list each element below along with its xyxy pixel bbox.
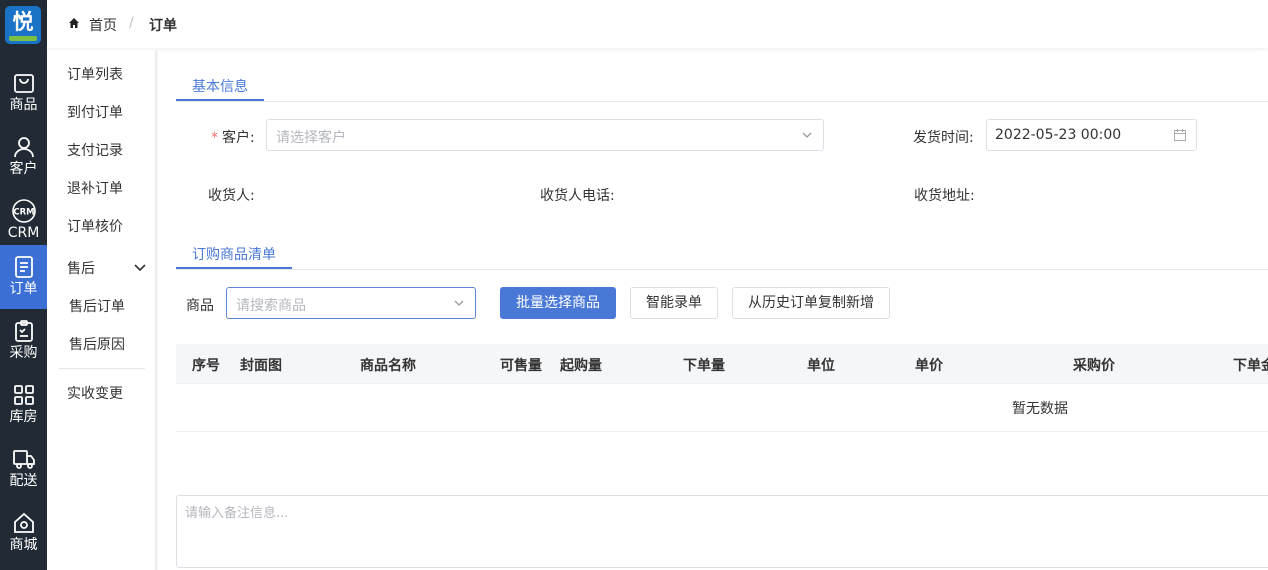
column-header: 序号 — [192, 358, 220, 374]
copy-history-order-button[interactable]: 从历史订单复制新增 — [732, 287, 890, 319]
logo-bar — [9, 36, 37, 41]
crm-icon-text: CRM — [13, 208, 34, 218]
shopping-bag-icon — [13, 74, 34, 93]
crm-icon: CRM — [11, 199, 36, 223]
grid-icon — [13, 385, 34, 405]
rail-item-crm[interactable]: CRM CRM — [0, 189, 47, 253]
store-icon — [13, 512, 34, 533]
customer-label: * 客户: — [211, 127, 255, 147]
subnav-divider — [59, 368, 145, 369]
logo-text: 悦 — [12, 10, 34, 34]
rail-label-customer: 客户 — [9, 161, 38, 177]
subnav-item-refund-order[interactable]: 退补订单 — [67, 178, 123, 198]
goods-search-placeholder: 请搜索商品 — [236, 298, 306, 314]
subnav-item-received-change[interactable]: 实收变更 — [67, 383, 123, 403]
required-mark: * — [211, 130, 218, 146]
breadcrumb-home[interactable]: 首页 — [89, 15, 117, 35]
rail-item-purchase[interactable]: 采购 — [0, 309, 47, 373]
subnav-group-after-sales[interactable]: 售后 — [67, 258, 147, 278]
goods-table-body: 暂无数据 — [176, 384, 1268, 432]
chevron-down-icon — [454, 300, 464, 306]
customer-select[interactable]: 请选择客户 — [266, 119, 824, 151]
column-header: 商品名称 — [360, 358, 416, 374]
rail-label-purchase: 采购 — [9, 345, 38, 361]
rail-item-warehouse[interactable]: 库房 — [0, 373, 47, 437]
order-subnav: 订单列表 到付订单 支付记录 退补订单 订单核价 售后 售后订单 售后原因 实收… — [47, 50, 157, 570]
rail-label-mall: 商城 — [9, 537, 38, 553]
tab-order-goods[interactable]: 订购商品清单 — [176, 244, 292, 264]
smart-entry-button[interactable]: 智能录单 — [630, 287, 718, 319]
tab-basic-info[interactable]: 基本信息 — [176, 76, 264, 96]
customer-placeholder: 请选择客户 — [276, 130, 346, 146]
column-header: 封面图 — [240, 358, 282, 374]
rail-label-crm: CRM — [7, 225, 40, 241]
ship-time-value: 2022-05-23 00:00 — [995, 127, 1122, 143]
clipboard-icon — [14, 320, 33, 342]
app-logo[interactable]: 悦 — [5, 6, 41, 44]
column-header: 单价 — [915, 358, 943, 374]
column-header: 下单金 — [1233, 358, 1268, 374]
rail-item-delivery[interactable]: 配送 — [0, 437, 47, 501]
chevron-down-icon — [134, 264, 146, 272]
rail-label-warehouse: 库房 — [9, 409, 38, 425]
breadcrumb-current: 订单 — [149, 18, 177, 34]
user-icon — [13, 137, 34, 158]
column-header: 可售量 — [500, 358, 542, 374]
subnav-item-after-sales-reason[interactable]: 售后原因 — [69, 334, 125, 354]
document-icon — [14, 256, 33, 278]
truck-icon — [12, 450, 35, 469]
subnav-item-order-list[interactable]: 订单列表 — [67, 64, 123, 84]
rail-item-goods[interactable]: 商品 — [0, 61, 47, 125]
subnav-group-label: 售后 — [67, 261, 95, 277]
rail-item-customer[interactable]: 客户 — [0, 125, 47, 189]
rail-item-mall[interactable]: 商城 — [0, 501, 47, 565]
home-icon[interactable] — [68, 17, 80, 29]
calendar-icon — [1174, 129, 1186, 141]
top-header: 首页 / 订单 — [47, 0, 1268, 48]
rail-label-goods: 商品 — [9, 97, 38, 113]
batch-select-goods-button[interactable]: 批量选择商品 — [500, 287, 616, 319]
column-header: 采购价 — [1073, 358, 1115, 374]
tab-divider-basic — [176, 101, 1268, 102]
rail-label-order: 订单 — [9, 281, 38, 297]
goods-search-label: 商品 — [186, 298, 214, 314]
receiver-phone-label: 收货人电话: — [540, 188, 615, 204]
subnav-item-after-sales-order[interactable]: 售后订单 — [69, 296, 125, 316]
goods-table-header: 序号 封面图 商品名称 可售量 起购量 下单量 单位 单价 采购价 下单金 — [176, 344, 1268, 384]
subnav-item-order-pricing[interactable]: 订单核价 — [67, 216, 123, 236]
table-empty-text: 暂无数据 — [1012, 401, 1068, 417]
chevron-down-icon — [802, 132, 812, 138]
receiver-label: 收货人: — [208, 188, 255, 204]
subnav-shadow — [155, 50, 158, 570]
goods-search-select[interactable]: 请搜索商品 — [226, 287, 476, 319]
receiver-address-label: 收货地址: — [914, 188, 975, 204]
rail-item-order[interactable]: 订单 — [0, 245, 47, 309]
column-header: 起购量 — [560, 358, 602, 374]
column-header: 下单量 — [683, 358, 725, 374]
ship-time-label: 发货时间: — [913, 130, 974, 146]
remark-textarea[interactable]: 请输入备注信息... — [176, 495, 1268, 568]
subnav-item-cod-order[interactable]: 到付订单 — [67, 102, 123, 122]
ship-time-picker[interactable]: 2022-05-23 00:00 — [986, 119, 1197, 151]
breadcrumb-separator: / — [129, 15, 134, 31]
column-header: 单位 — [807, 358, 835, 374]
rail-label-delivery: 配送 — [9, 473, 38, 489]
customer-label-text: 客户: — [222, 130, 255, 146]
app-rail: 悦 商品 客户 CRM CRM 订单 采购 库房 配送 商城 — [0, 0, 47, 570]
tab-divider-goods — [176, 269, 1268, 270]
subnav-item-payment-record[interactable]: 支付记录 — [67, 140, 123, 160]
remark-placeholder: 请输入备注信息... — [185, 506, 289, 521]
